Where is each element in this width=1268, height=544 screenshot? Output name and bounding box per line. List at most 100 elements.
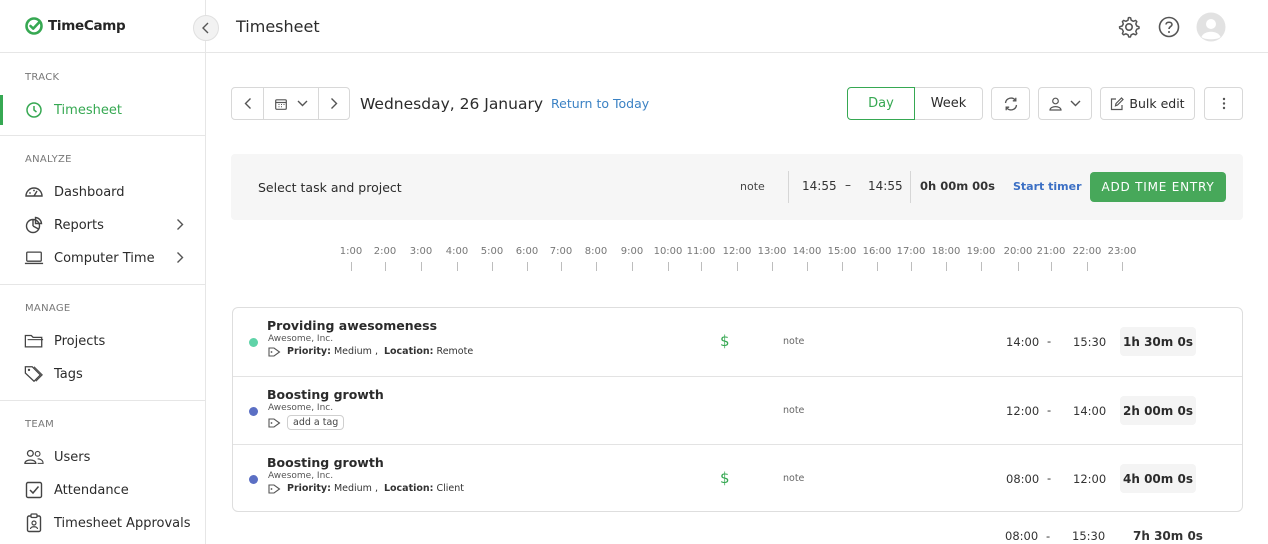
- entry-duration[interactable]: 2h 00m 0s: [1120, 396, 1196, 425]
- sidebar-divider: [0, 400, 206, 401]
- previous-day-button[interactable]: [231, 87, 264, 120]
- timeline-hour-label: 14:00: [792, 246, 822, 257]
- timeline-hour-label: 6:00: [515, 246, 539, 257]
- entry-note[interactable]: note: [783, 336, 804, 347]
- calendar-picker-button[interactable]: [263, 87, 319, 120]
- sidebar-item-reports[interactable]: Reports: [0, 210, 206, 240]
- entry-note[interactable]: note: [783, 405, 804, 416]
- kebab-menu-icon: [1222, 97, 1226, 110]
- entry-start-time[interactable]: 12:00: [1006, 404, 1039, 418]
- return-to-today-link[interactable]: Return to Today: [551, 96, 649, 111]
- entry-client-name: Awesome, Inc.: [268, 471, 334, 481]
- current-date: Wednesday, 26 January: [360, 95, 544, 113]
- timeline-tick: [1018, 262, 1019, 271]
- total-dash: -: [1046, 529, 1051, 543]
- next-day-button[interactable]: [318, 87, 350, 120]
- sidebar-divider: [0, 52, 206, 53]
- entry-end-time[interactable]: 15:30: [1073, 335, 1106, 349]
- entry-tags[interactable]: add a tag: [268, 415, 345, 430]
- note-input[interactable]: note: [740, 180, 765, 193]
- total-duration: 7h 30m 0s: [1133, 529, 1203, 543]
- timeline-tick: [561, 262, 562, 271]
- timeline-hour-label: 19:00: [966, 246, 996, 257]
- billable-icon[interactable]: $: [720, 469, 730, 487]
- day-timeline: 1:00 2:00 3:00 4:00 5:00 6:00 7:00 8:00 9:00 10:0…: [330, 246, 1150, 276]
- entry-tags[interactable]: Priority: Medium , Location: Client: [268, 483, 464, 494]
- sidebar-item-users[interactable]: Users: [0, 442, 206, 472]
- sidebar-item-timesheet[interactable]: Timesheet: [0, 95, 206, 125]
- sidebar-item-projects[interactable]: Projects: [0, 326, 206, 356]
- more-options-button[interactable]: [1204, 87, 1243, 120]
- section-track: TRACK: [25, 72, 60, 83]
- gear-icon[interactable]: [1117, 15, 1141, 39]
- sidebar-item-label: Attendance: [54, 482, 129, 498]
- duration-input[interactable]: 0h 00m 00s: [920, 179, 995, 193]
- entry-end-time[interactable]: 14:00: [1073, 404, 1106, 418]
- section-team: TEAM: [25, 419, 55, 430]
- task-select[interactable]: Select task and project: [258, 180, 402, 195]
- sidebar-item-computer-time[interactable]: Computer Time: [0, 243, 206, 273]
- refresh-button[interactable]: [991, 87, 1030, 120]
- timeline-hour-label: 7:00: [549, 246, 573, 257]
- start-timer-link[interactable]: Start timer: [1013, 180, 1082, 193]
- timeline-hour-label: 16:00: [862, 246, 892, 257]
- billable-icon[interactable]: $: [720, 332, 730, 350]
- entry-tags[interactable]: Priority: Medium , Location: Remote: [268, 346, 473, 357]
- sidebar-item-label: Computer Time: [54, 250, 155, 266]
- entry-duration[interactable]: 1h 30m 0s: [1120, 327, 1196, 356]
- start-time-input[interactable]: 14:55: [802, 179, 837, 193]
- timeline-hour-label: 17:00: [896, 246, 926, 257]
- laptop-icon: [24, 248, 44, 268]
- timeline-hour-label: 18:00: [931, 246, 961, 257]
- timeline-tick: [596, 262, 597, 271]
- entry-tag: Location: Remote: [383, 346, 474, 357]
- entry-task-name[interactable]: Boosting growth: [267, 387, 384, 402]
- entry-note[interactable]: note: [783, 473, 804, 484]
- gauge-icon: [24, 182, 44, 202]
- add-time-entry-button[interactable]: ADD TIME ENTRY: [1090, 172, 1226, 202]
- sidebar-item-label: Users: [54, 449, 91, 465]
- end-time-input[interactable]: 14:55: [868, 179, 903, 193]
- timeline-tick: [492, 262, 493, 271]
- sidebar-item-label: Reports: [54, 217, 104, 233]
- entry-duration[interactable]: 4h 00m 0s: [1120, 464, 1196, 493]
- time-entry-row[interactable]: Boosting growth Awesome, Inc. Priority: Me…: [233, 444, 1242, 512]
- timeline-hour-label: 15:00: [827, 246, 857, 257]
- sidebar-item-tags[interactable]: Tags: [0, 359, 206, 389]
- timeline-tick: [981, 262, 982, 271]
- timeline-tick: [946, 262, 947, 271]
- avatar[interactable]: [1196, 12, 1226, 42]
- entry-tag: Priority: Medium ,: [287, 483, 378, 494]
- timeline-tick: [457, 262, 458, 271]
- entry-tag: Priority: Medium ,: [287, 346, 378, 357]
- timeline-hour-label: 22:00: [1072, 246, 1102, 257]
- day-view-button[interactable]: Day: [847, 87, 915, 120]
- sidebar-item-timesheet-approvals[interactable]: Timesheet Approvals: [0, 508, 206, 538]
- entry-task-name[interactable]: Boosting growth: [267, 455, 384, 470]
- help-icon[interactable]: [1157, 15, 1181, 39]
- entry-start-time[interactable]: 14:00: [1006, 335, 1039, 349]
- entry-task-name[interactable]: Providing awesomeness: [267, 318, 437, 333]
- time-entry-row[interactable]: Boosting growth Awesome, Inc. add a tag not…: [233, 376, 1242, 444]
- entry-start-time[interactable]: 08:00: [1006, 472, 1039, 486]
- brand-name: TimeCamp: [48, 18, 126, 34]
- entry-time-dash: -: [1047, 471, 1052, 485]
- logo[interactable]: TimeCamp: [24, 16, 126, 36]
- user-select-button[interactable]: [1038, 87, 1092, 120]
- time-entry-row[interactable]: Providing awesomeness Awesome, Inc. Priori…: [233, 308, 1242, 376]
- week-view-button[interactable]: Week: [915, 87, 983, 120]
- bulk-edit-button[interactable]: Bulk edit: [1100, 87, 1195, 120]
- view-toggle: Day Week: [847, 87, 983, 120]
- time-dash: –: [845, 178, 851, 192]
- timeline-hour-label: 8:00: [584, 246, 608, 257]
- folder-icon: [24, 331, 44, 351]
- timeline-tick: [632, 262, 633, 271]
- add-tag-button[interactable]: add a tag: [287, 415, 345, 430]
- project-color-dot: [249, 338, 258, 347]
- collapse-sidebar-button[interactable]: [193, 15, 219, 41]
- sidebar-item-attendance[interactable]: Attendance: [0, 475, 206, 505]
- timeline-hour-label: 20:00: [1003, 246, 1033, 257]
- entry-end-time[interactable]: 12:00: [1073, 472, 1106, 486]
- sidebar-item-dashboard[interactable]: Dashboard: [0, 177, 206, 207]
- entry-time-dash: -: [1047, 403, 1052, 417]
